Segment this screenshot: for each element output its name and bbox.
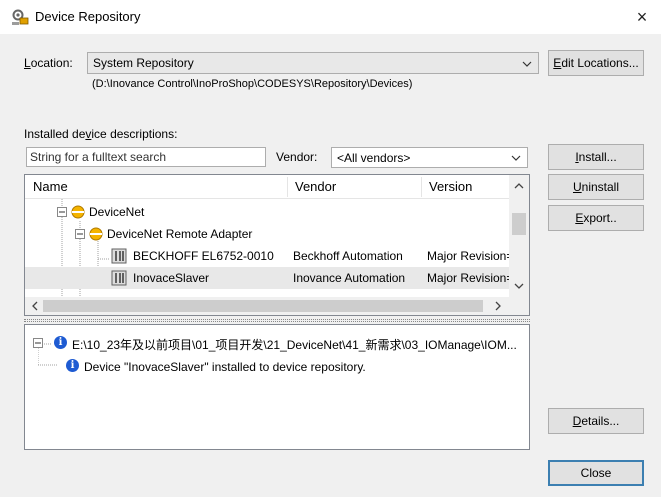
scroll-thumb[interactable] bbox=[43, 300, 483, 312]
tree-item-vendor: Beckhoff Automation bbox=[293, 249, 403, 263]
tree-row[interactable]: BECKHOFF EL6752-0010 Beckhoff Automation… bbox=[25, 245, 509, 267]
tree-item-label: DeviceNet Remote Adapter bbox=[107, 227, 253, 241]
message-log[interactable]: i E:\10_23年及以前项目\01_项目开发\21_DeviceNet\41… bbox=[24, 324, 530, 450]
title-bar: Device Repository × bbox=[0, 0, 661, 34]
column-header-version[interactable]: Version bbox=[429, 179, 472, 194]
device-module-icon bbox=[111, 270, 127, 286]
log-entry-message: Device "InovaceSlaver" installed to devi… bbox=[84, 360, 366, 374]
details-button[interactable]: Details... bbox=[548, 408, 644, 434]
tree-connector bbox=[44, 343, 52, 345]
column-divider[interactable] bbox=[421, 177, 422, 197]
tree-item-vendor: Inovance Automation bbox=[293, 271, 406, 285]
collapse-icon[interactable] bbox=[57, 207, 67, 217]
installed-descriptions-label: Installed device descriptions: bbox=[24, 127, 178, 141]
tree-row[interactable]: DeviceNet Remote Adapter bbox=[25, 223, 509, 245]
vendor-dropdown[interactable]: <All vendors> bbox=[331, 147, 528, 168]
device-module-icon bbox=[111, 248, 127, 264]
info-icon: i bbox=[66, 359, 79, 372]
location-label: Location: bbox=[24, 56, 73, 70]
close-button[interactable]: Close bbox=[548, 460, 644, 486]
column-divider[interactable] bbox=[287, 177, 288, 197]
chevron-down-icon bbox=[511, 155, 521, 161]
scroll-up-icon[interactable] bbox=[514, 181, 524, 191]
close-window-icon[interactable]: × bbox=[630, 5, 654, 29]
location-path: (D:\Inovance Control\InoProShop\CODESYS\… bbox=[92, 78, 413, 90]
tree-item-version: Major Revision= bbox=[427, 271, 509, 285]
device-tree[interactable]: Name Vendor Version DeviceNet DeviceNet … bbox=[24, 174, 530, 316]
device-folder-icon bbox=[89, 227, 103, 241]
tree-item-version: Major Revision= bbox=[427, 249, 509, 263]
scroll-left-icon[interactable] bbox=[30, 301, 40, 311]
tree-header: Name Vendor Version bbox=[25, 175, 509, 199]
fulltext-search-input[interactable] bbox=[26, 147, 266, 167]
tree-item-label: DeviceNet bbox=[89, 205, 145, 219]
device-repository-icon bbox=[12, 9, 29, 25]
column-header-name[interactable]: Name bbox=[33, 179, 68, 194]
device-folder-icon bbox=[71, 205, 85, 219]
scroll-down-icon[interactable] bbox=[514, 281, 524, 291]
tree-connector bbox=[38, 348, 58, 366]
chevron-down-icon bbox=[522, 61, 532, 67]
horizontal-scrollbar[interactable] bbox=[25, 297, 529, 315]
collapse-icon[interactable] bbox=[75, 229, 85, 239]
vertical-scrollbar[interactable] bbox=[509, 175, 529, 297]
tree-item-label: InovaceSlaver bbox=[133, 271, 210, 285]
export-button[interactable]: Export.. bbox=[548, 205, 644, 231]
location-value: System Repository bbox=[93, 56, 194, 70]
scroll-right-icon[interactable] bbox=[493, 301, 503, 311]
panel-splitter[interactable] bbox=[24, 319, 530, 322]
install-button[interactable]: Install... bbox=[548, 144, 644, 170]
scroll-thumb[interactable] bbox=[512, 213, 526, 235]
collapse-icon[interactable] bbox=[33, 338, 43, 348]
tree-row[interactable]: DeviceNet bbox=[25, 201, 509, 223]
vendor-value: <All vendors> bbox=[337, 151, 411, 165]
vendor-label: Vendor: bbox=[276, 150, 318, 164]
edit-locations-button[interactable]: Edit Locations... bbox=[548, 50, 644, 76]
uninstall-button[interactable]: Uninstall bbox=[548, 174, 644, 200]
window-title: Device Repository bbox=[35, 9, 141, 24]
column-header-vendor[interactable]: Vendor bbox=[295, 179, 336, 194]
tree-item-label: BECKHOFF EL6752-0010 bbox=[133, 249, 274, 263]
tree-row-selected[interactable]: InovaceSlaver Inovance Automation Major … bbox=[25, 267, 509, 289]
location-dropdown[interactable]: System Repository bbox=[87, 52, 539, 74]
log-entry-path: E:\10_23年及以前项目\01_项目开发\21_DeviceNet\41_新… bbox=[72, 338, 517, 352]
